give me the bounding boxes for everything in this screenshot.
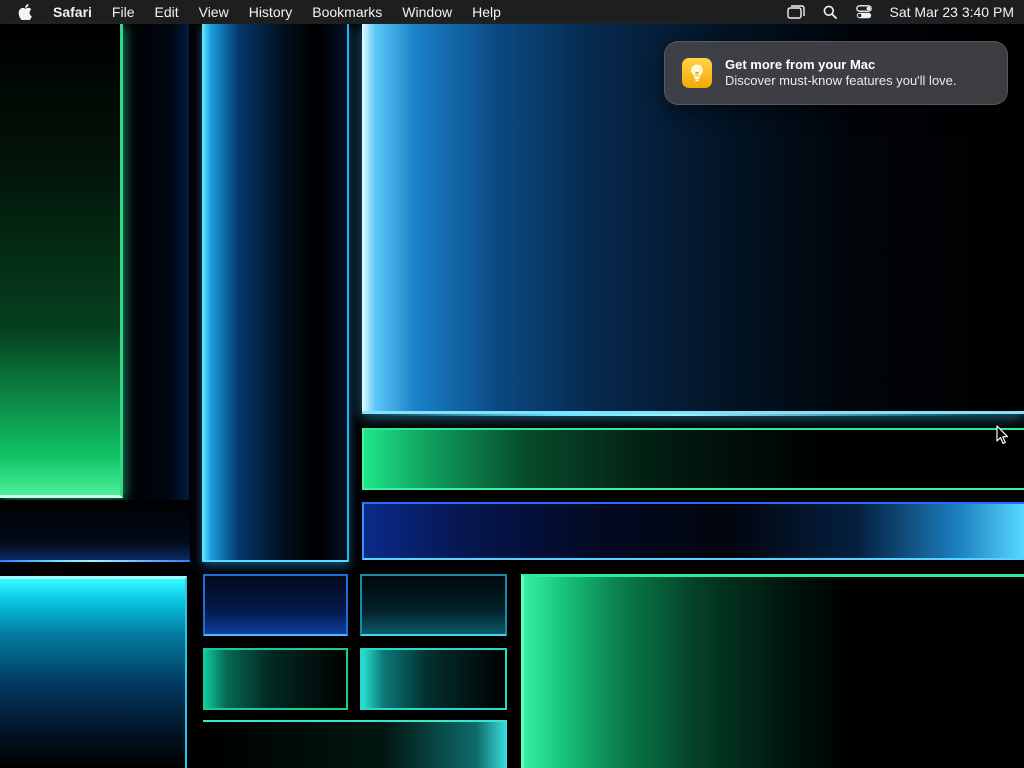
wallpaper-panel: [203, 648, 348, 710]
wallpaper-panel: [0, 500, 190, 562]
menu-view[interactable]: View: [189, 0, 239, 24]
screen-mirroring-icon: [787, 5, 806, 19]
menu-bar: Safari File Edit View History Bookmarks …: [0, 0, 1024, 24]
wallpaper-panel: [203, 720, 507, 768]
tips-notification[interactable]: Get more from your Mac Discover must-kno…: [664, 41, 1008, 105]
wallpaper-panel: [0, 24, 123, 498]
menu-edit[interactable]: Edit: [144, 0, 188, 24]
wallpaper-panel: [360, 648, 507, 710]
notification-title: Get more from your Mac: [725, 57, 876, 72]
wallpaper-glow: [380, 414, 980, 416]
wallpaper-panel: [360, 574, 507, 636]
spotlight-search-button[interactable]: [813, 0, 847, 24]
wallpaper-panel: [362, 502, 1024, 560]
tips-lightbulb-icon: [691, 64, 703, 82]
screen-mirroring-button[interactable]: [779, 0, 813, 24]
desktop[interactable]: Safari File Edit View History Bookmarks …: [0, 0, 1024, 768]
menu-help[interactable]: Help: [462, 0, 511, 24]
tips-app-icon: [682, 58, 712, 88]
apple-logo-icon: [18, 4, 32, 20]
wallpaper-panel: [123, 24, 189, 500]
spotlight-search-icon: [824, 5, 838, 19]
wallpaper-panel: [521, 574, 1024, 768]
wallpaper-panel: [0, 576, 187, 768]
menu-window[interactable]: Window: [392, 0, 462, 24]
notification-body: Discover must-know features you'll love.: [725, 73, 957, 88]
menu-bar-clock[interactable]: Sat Mar 23 3:40 PM: [881, 4, 1014, 20]
menu-file[interactable]: File: [102, 0, 145, 24]
menu-bookmarks[interactable]: Bookmarks: [302, 0, 392, 24]
menu-app-name[interactable]: Safari: [50, 0, 102, 24]
control-center-button[interactable]: [847, 0, 881, 24]
control-center-icon: [856, 5, 873, 19]
arrow-pointer-icon: [996, 425, 1008, 444]
wallpaper-panel: [203, 574, 348, 636]
apple-menu-button[interactable]: [0, 0, 50, 24]
wallpaper-panel: [362, 428, 1024, 490]
wallpaper-glow: [0, 560, 190, 562]
wallpaper-panel: [202, 24, 349, 562]
menu-history[interactable]: History: [239, 0, 303, 24]
